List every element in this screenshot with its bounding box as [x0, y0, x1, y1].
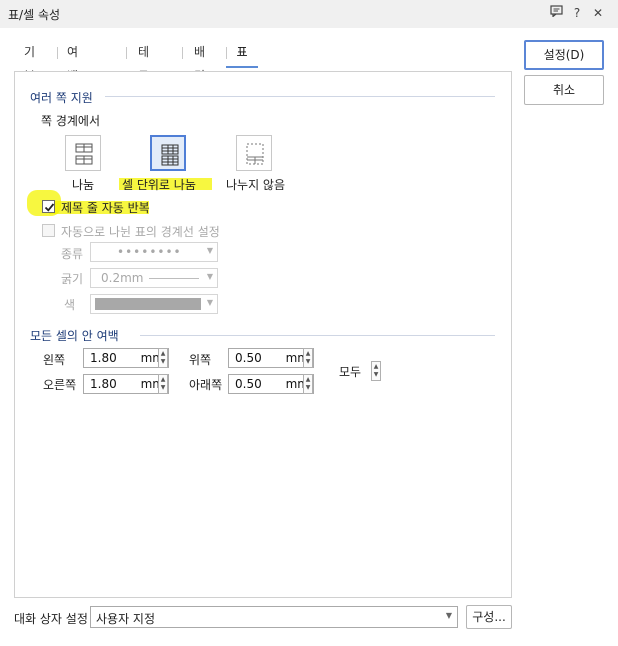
spin-down-icon[interactable]: ▼ — [304, 358, 312, 366]
ok-button[interactable]: 설정(D) — [524, 40, 604, 70]
config-button[interactable]: 구성... — [466, 605, 512, 629]
padding-right-label: 오른쪽 — [43, 378, 77, 392]
tab-background[interactable]: 배경 — [194, 40, 205, 83]
padding-right-stepper[interactable]: ▲ ▼ — [158, 374, 168, 394]
padding-top-input[interactable]: 0.50 mm — [228, 348, 314, 368]
table-cell-split-icon — [161, 144, 179, 166]
spin-down-icon[interactable]: ▼ — [304, 384, 312, 392]
section-divider — [105, 96, 495, 97]
padding-bottom-input[interactable]: 0.50 mm — [228, 374, 314, 394]
border-thickness-dropdown[interactable]: 0.2mm ▼ — [90, 268, 218, 288]
padding-all-stepper[interactable]: ▲ ▼ — [371, 361, 381, 381]
chevron-down-icon: ▼ — [206, 272, 213, 281]
split-section-title: 여러 쪽 지원 — [30, 91, 93, 105]
border-color-label: 색 — [64, 298, 76, 312]
color-swatch — [95, 298, 201, 310]
chevron-down-icon: ▼ — [206, 246, 213, 255]
tab-table[interactable]: 표 — [226, 40, 258, 68]
border-thickness-label: 굵기 — [61, 272, 84, 286]
split-option-split-label: 나눔 — [72, 178, 95, 192]
padding-left-value: 1.80 — [90, 351, 117, 365]
auto-border-label: 자동으로 나뉜 표의 경계선 설정 — [61, 225, 220, 239]
chevron-down-icon: ▼ — [206, 298, 213, 307]
split-option-none-button[interactable] — [236, 135, 272, 171]
spin-down-icon[interactable]: ▼ — [372, 371, 380, 379]
tab-margin-caption[interactable]: 여백/캡션 — [67, 40, 82, 131]
padding-right-input[interactable]: 1.80 mm — [83, 374, 169, 394]
tab-basic[interactable]: 기본 — [24, 40, 35, 83]
dialog-settings-dropdown[interactable]: 사용자 지정 ▼ — [90, 606, 458, 628]
tab-divider — [126, 47, 127, 59]
spin-down-icon[interactable]: ▼ — [159, 358, 167, 366]
spin-up-icon[interactable]: ▲ — [159, 350, 167, 358]
padding-top-stepper[interactable]: ▲ ▼ — [303, 348, 313, 368]
tab-panel: 여러 쪽 지원 쪽 경계에서 나눔 셀 단위로 나눔 나누지 않음 제목 줄 자… — [14, 71, 512, 598]
spin-up-icon[interactable]: ▲ — [304, 350, 312, 358]
tab-divider — [182, 47, 183, 59]
line-sample — [149, 278, 199, 279]
dialog-settings-label: 대화 상자 설정 — [14, 612, 88, 626]
split-option-cell-label: 셀 단위로 나눔 — [122, 178, 196, 192]
section-divider — [140, 335, 495, 336]
cancel-button[interactable]: 취소 — [524, 75, 604, 105]
spin-down-icon[interactable]: ▼ — [159, 384, 167, 392]
padding-left-label: 왼쪽 — [43, 353, 66, 367]
repeat-header-checkbox[interactable] — [42, 200, 55, 213]
split-option-cell-button[interactable] — [150, 135, 186, 171]
spin-up-icon[interactable]: ▲ — [159, 376, 167, 384]
split-subtitle: 쪽 경계에서 — [41, 114, 101, 128]
padding-left-stepper[interactable]: ▲ ▼ — [158, 348, 168, 368]
tab-border[interactable]: 테두리 — [138, 40, 149, 107]
comment-icon[interactable] — [547, 4, 565, 22]
padding-section-title: 모든 셀의 안 여백 — [30, 329, 119, 343]
chevron-down-icon: ▼ — [445, 611, 452, 620]
border-color-dropdown[interactable]: ▼ — [90, 294, 218, 314]
padding-top-label: 위쪽 — [189, 353, 212, 367]
padding-bottom-stepper[interactable]: ▲ ▼ — [303, 374, 313, 394]
padding-bottom-value: 0.50 — [235, 377, 262, 391]
window-title: 표/셀 속성 — [8, 8, 61, 22]
padding-all-label: 모두 — [339, 365, 362, 379]
border-thickness-value: 0.2mm — [101, 271, 144, 285]
spin-up-icon[interactable]: ▲ — [304, 376, 312, 384]
dialog-settings-value: 사용자 지정 — [96, 612, 156, 626]
spin-up-icon[interactable]: ▲ — [372, 363, 380, 371]
tab-divider — [57, 47, 58, 59]
padding-left-input[interactable]: 1.80 mm — [83, 348, 169, 368]
check-icon — [44, 203, 55, 212]
help-icon[interactable]: ? — [568, 4, 586, 22]
close-icon[interactable]: ✕ — [589, 4, 607, 22]
table-no-split-icon — [246, 143, 264, 165]
title-bar: 표/셀 속성 ? ✕ — [0, 0, 618, 28]
border-type-value: •••••••• — [117, 245, 182, 259]
padding-top-value: 0.50 — [235, 351, 262, 365]
border-type-dropdown[interactable]: •••••••• ▼ — [90, 242, 218, 262]
split-option-none-label: 나누지 않음 — [226, 178, 286, 192]
padding-right-value: 1.80 — [90, 377, 117, 391]
border-type-label: 종류 — [61, 247, 84, 261]
auto-border-checkbox[interactable] — [42, 224, 55, 237]
padding-bottom-label: 아래쪽 — [189, 378, 223, 392]
repeat-header-label: 제목 줄 자동 반복 — [61, 201, 150, 215]
split-option-split-button[interactable] — [65, 135, 101, 171]
table-split-icon — [75, 143, 93, 165]
